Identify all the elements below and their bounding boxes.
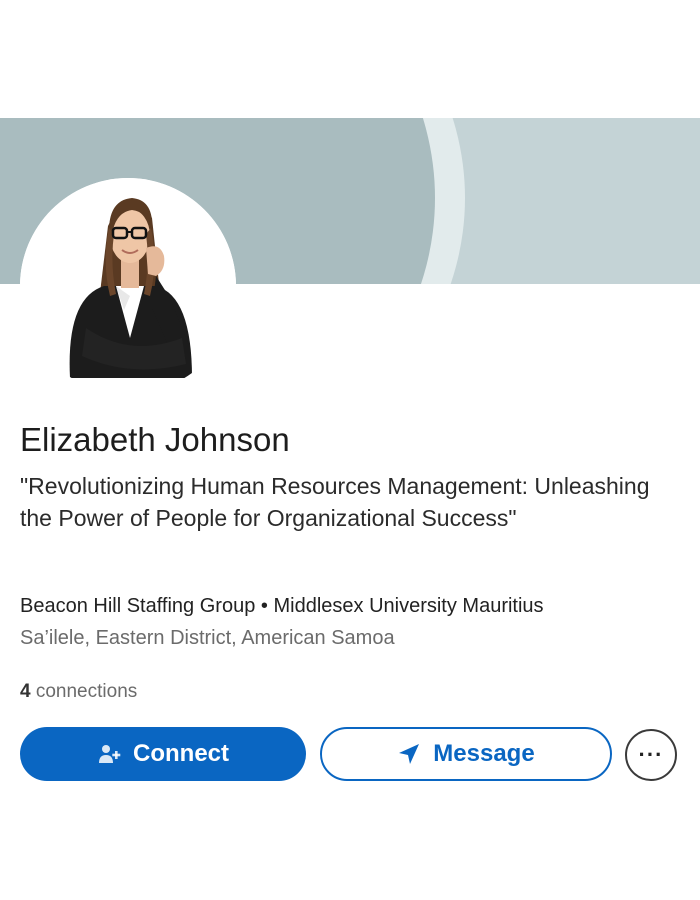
profile-affiliations: Beacon Hill Staffing Group • Middlesex U… [20,592,544,620]
banner-stripe [482,118,700,284]
profile-photo [20,178,236,394]
send-icon [397,742,421,766]
education-school[interactable]: Middlesex University Mauritius [273,595,543,617]
more-options-button[interactable]: ··· [625,729,677,781]
connections-label: connections [35,681,138,702]
connections-count: 4 [20,681,31,702]
profile-location: Sa’ilele, Eastern District, American Sam… [20,627,395,649]
message-button[interactable]: Message [320,727,612,781]
more-options-icon: ··· [638,742,664,767]
profile-avatar[interactable] [20,178,236,394]
connect-label: Connect [133,740,229,767]
profile-name: Elizabeth Johnson [20,421,290,458]
current-company[interactable]: Beacon Hill Staffing Group [20,595,255,617]
message-label: Message [433,740,535,767]
profile-headline: "Revolutionizing Human Resources Managem… [20,473,650,531]
add-person-icon [97,742,121,766]
connect-button[interactable]: Connect [20,727,306,781]
affiliation-separator: • [260,595,268,617]
connections-summary[interactable]: 4 connections [20,678,137,706]
